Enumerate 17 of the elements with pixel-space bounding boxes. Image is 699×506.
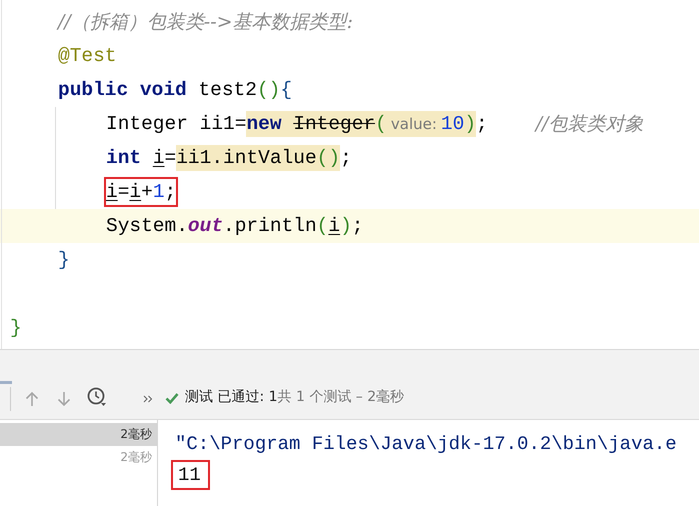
inlay-hint: value:	[386, 111, 441, 137]
check-icon	[165, 392, 179, 404]
code-text: @Test	[58, 44, 117, 69]
test-summary: 共 1 个测试 – 2毫秒	[278, 388, 404, 406]
code-text: System.out.println(i);	[106, 214, 364, 239]
test-row[interactable]: 2毫秒	[0, 423, 157, 446]
code-text: }	[58, 248, 70, 273]
console-command: "C:\Program Files\Java\jdk-17.0.2\bin\java.e	[175, 432, 677, 454]
code-text: i=i+1;	[106, 180, 176, 205]
chevrons-icon[interactable]	[143, 395, 153, 403]
clock-icon[interactable]	[87, 387, 107, 407]
code-comment: //（拆箱）包装类-->基本数据类型:	[58, 10, 353, 35]
code-text: }	[10, 316, 22, 341]
code-text: Integer ii1=new Integer(	[106, 111, 387, 137]
test-status: 测试 已通过: 1	[185, 388, 278, 406]
code-text: public void test2(){	[58, 78, 292, 103]
code-comment: //包装类对象	[536, 112, 644, 137]
